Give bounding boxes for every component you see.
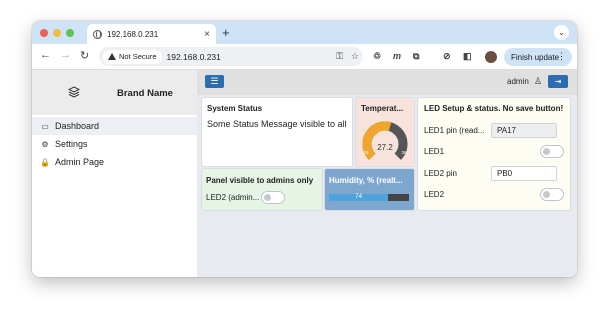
card-title: LED Setup & status. No save button! bbox=[424, 104, 564, 113]
led2-pin-field[interactable]: PB0 bbox=[491, 165, 557, 181]
status-message: Some Status Message visible to all bbox=[207, 119, 347, 129]
led1-pin-field: PA17 bbox=[491, 122, 557, 138]
led-setup-card: LED Setup & status. No save button! LED1… bbox=[418, 98, 570, 210]
led2-pin-row: LED2 pin PB0 bbox=[424, 165, 564, 181]
extension-icon-2[interactable]: m bbox=[393, 51, 401, 61]
monitor-icon: ▭ bbox=[41, 121, 49, 131]
tab-search-button[interactable]: ⌄ bbox=[554, 25, 569, 40]
close-window-button[interactable] bbox=[40, 29, 48, 37]
tab-title: 192.168.0.231 bbox=[107, 29, 159, 39]
sidebar-item-label: Admin Page bbox=[55, 157, 105, 167]
address-bar[interactable]: Not Secure 192.168.0.231 ⚿ ☆ bbox=[99, 47, 363, 66]
app-sidebar: Brand Name ▭ Dashboard ⚙ Settings 🔒 Admi… bbox=[32, 70, 197, 277]
led2-toggle[interactable] bbox=[540, 187, 564, 201]
lock-icon: 🔒 bbox=[40, 157, 50, 167]
forward-button[interactable]: → bbox=[60, 49, 71, 61]
card-title: Panel visible to admins only bbox=[206, 176, 314, 185]
back-button[interactable]: ← bbox=[40, 49, 51, 61]
led1-label: LED1 bbox=[424, 146, 445, 156]
gauge-value: 27.2 bbox=[377, 143, 393, 152]
finish-update-button[interactable]: Finish update ⋮ bbox=[504, 48, 572, 66]
globe-icon bbox=[93, 29, 102, 39]
sidebar-item-admin-page[interactable]: 🔒 Admin Page bbox=[32, 153, 197, 171]
reload-button[interactable]: ↻ bbox=[80, 49, 89, 62]
sidebar-item-dashboard[interactable]: ▭ Dashboard bbox=[32, 117, 197, 135]
security-label: Not Secure bbox=[119, 52, 157, 61]
led1-toggle[interactable] bbox=[540, 144, 564, 158]
tab-strip: 192.168.0.231 × + ⌄ bbox=[32, 21, 577, 44]
layers-logo-icon bbox=[68, 86, 80, 98]
gauge-max-label: 36 bbox=[401, 150, 407, 155]
card-title: Humidity, % (realt... bbox=[329, 176, 403, 185]
new-tab-button[interactable]: + bbox=[222, 25, 230, 40]
extension-icon-3[interactable]: ⊘ bbox=[443, 51, 451, 62]
password-key-icon[interactable]: ⚿ bbox=[336, 51, 343, 62]
browser-tab[interactable]: 192.168.0.231 × bbox=[87, 24, 216, 44]
led2-pin-label: LED2 pin bbox=[424, 168, 457, 178]
system-status-card: System Status Some Status Message visibl… bbox=[202, 98, 352, 166]
bookmark-star-icon[interactable]: ☆ bbox=[351, 51, 359, 62]
profile-avatar[interactable] bbox=[485, 51, 497, 63]
side-panel-icon[interactable]: ◧ bbox=[463, 51, 472, 62]
led1-pin-row: LED1 pin (read... PA17 bbox=[424, 122, 564, 138]
more-menu-icon[interactable]: ⋮ bbox=[557, 51, 566, 62]
brand-name: Brand Name bbox=[117, 88, 173, 99]
sidebar-nav: ▭ Dashboard ⚙ Settings 🔒 Admin Page bbox=[32, 115, 197, 171]
gauge-min-label: 16 bbox=[363, 150, 369, 155]
admin-led2-row: LED2 (admin... bbox=[206, 191, 318, 204]
browser-window: 192.168.0.231 × + ⌄ ← → ↻ Not Secure 192… bbox=[32, 21, 577, 277]
security-chip[interactable]: Not Secure bbox=[103, 49, 162, 64]
humidity-card: Humidity, % (realt... 74 bbox=[325, 169, 414, 210]
card-title: System Status bbox=[207, 104, 263, 113]
sidebar-item-label: Settings bbox=[55, 139, 88, 149]
extensions-puzzle-icon[interactable]: ⧉ bbox=[413, 51, 419, 62]
maximize-window-button[interactable] bbox=[66, 29, 74, 37]
humidity-bar: 74 bbox=[329, 194, 409, 201]
browser-toolbar: ← → ↻ Not Secure 192.168.0.231 ⚿ ☆ ♲ m ⧉… bbox=[32, 44, 577, 70]
user-icon: ♙ bbox=[534, 76, 543, 86]
user-name: admin bbox=[507, 77, 529, 86]
gear-icon: ⚙ bbox=[41, 139, 49, 149]
finish-update-label: Finish update bbox=[511, 52, 560, 62]
led1-pin-label: LED1 pin (read... bbox=[424, 125, 485, 135]
menu-toggle-button[interactable]: ☰ bbox=[205, 75, 224, 88]
led2-row: LED2 bbox=[424, 186, 564, 202]
led2-label: LED2 bbox=[424, 189, 445, 199]
humidity-value: 74 bbox=[355, 194, 362, 200]
temperature-gauge: 27.2 16 36 bbox=[362, 121, 408, 160]
app-topbar: ☰ admin ♙ ⇥ bbox=[197, 70, 577, 95]
gauge-fill bbox=[362, 121, 392, 160]
logout-button[interactable]: ⇥ bbox=[548, 75, 568, 88]
led1-row: LED1 bbox=[424, 143, 564, 159]
tab-close-icon[interactable]: × bbox=[204, 29, 210, 40]
temperature-card: Temperat... 27.2 16 36 bbox=[356, 98, 414, 166]
sidebar-item-settings[interactable]: ⚙ Settings bbox=[32, 135, 197, 153]
warning-icon bbox=[108, 53, 116, 60]
url-text[interactable]: 192.168.0.231 bbox=[167, 52, 329, 62]
sidebar-item-label: Dashboard bbox=[55, 121, 100, 131]
minimize-window-button[interactable] bbox=[53, 29, 61, 37]
admin-led2-label: LED2 (admin... bbox=[206, 193, 260, 202]
extension-icon-1[interactable]: ♲ bbox=[373, 51, 381, 62]
main-content: ☰ admin ♙ ⇥ System Status Some Status Me… bbox=[197, 70, 577, 277]
card-title: Temperat... bbox=[361, 104, 404, 113]
admin-panel-card: Panel visible to admins only LED2 (admin… bbox=[202, 169, 322, 210]
brand-bar: Brand Name bbox=[32, 70, 197, 115]
admin-led2-toggle[interactable] bbox=[261, 191, 285, 204]
